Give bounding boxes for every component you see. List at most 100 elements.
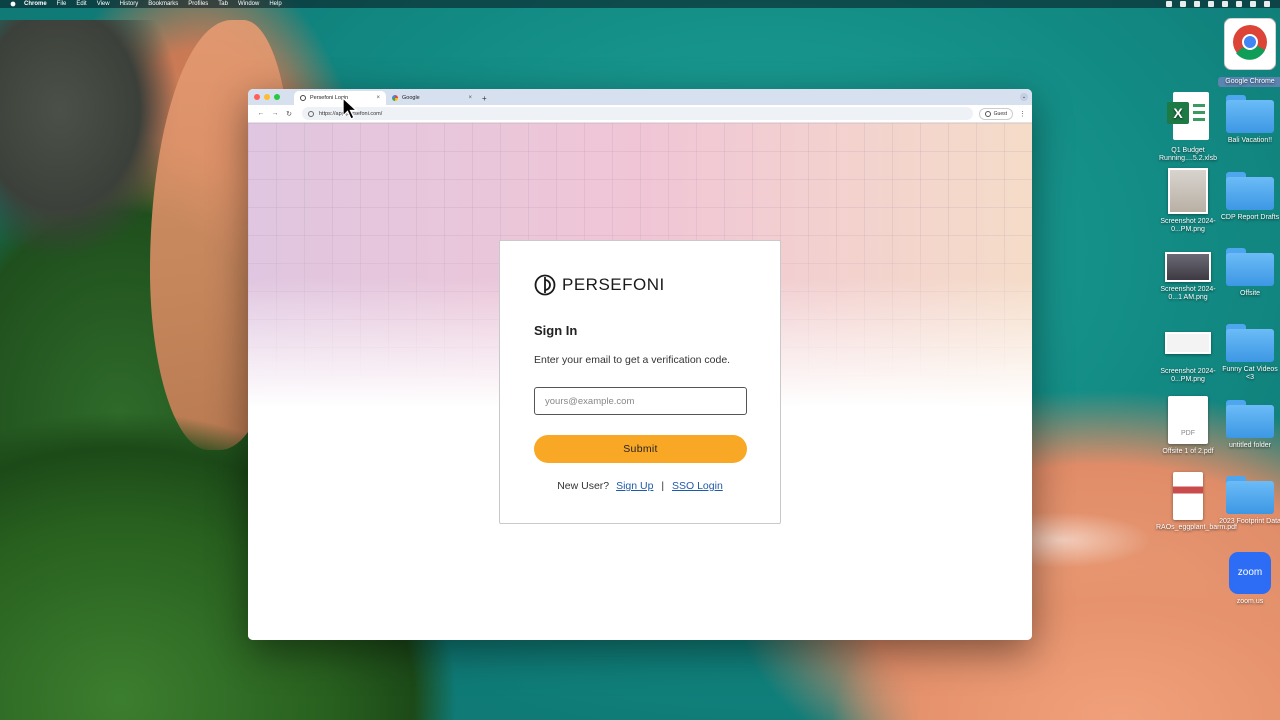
profile-icon (984, 110, 991, 117)
profile-button[interactable]: Guest (978, 107, 1013, 120)
status-icon[interactable] (1236, 1, 1242, 7)
menu-history[interactable]: History (120, 1, 139, 7)
desktop-icon-label: CDP Report Drafts (1220, 214, 1280, 221)
desktop-icon-label: Bali Vacation!! (1227, 137, 1273, 144)
sign-up-link[interactable]: Sign Up (616, 480, 653, 492)
status-icon[interactable] (1208, 1, 1214, 7)
desktop-icon-label: untitled folder (1228, 442, 1272, 449)
apple-icon[interactable] (10, 1, 16, 7)
signup-links: New User? Sign Up | SSO Login (534, 480, 746, 492)
desktop-icon-label: Google Chrome (1218, 77, 1280, 87)
desktop-icon-pdf[interactable]: RAOs_eggplant_barm.pdf (1156, 472, 1237, 532)
more-menu-icon[interactable]: ⋮ (1019, 110, 1026, 118)
menu-help[interactable]: Help (269, 1, 281, 7)
menu-tab[interactable]: Tab (218, 1, 228, 7)
desktop-icon-label: RAOs_eggplant_barm.pdf (1156, 524, 1237, 531)
image-icon (1168, 168, 1208, 214)
desktop-icon-screenshot[interactable]: Screenshot 2024-0...PM.png (1156, 332, 1220, 384)
tab-google[interactable]: Google × (386, 91, 478, 105)
menu-bookmarks[interactable]: Bookmarks (148, 1, 178, 7)
close-tab-icon[interactable]: × (468, 95, 472, 101)
status-icon[interactable] (1250, 1, 1256, 7)
image-icon (1165, 332, 1211, 354)
reload-icon[interactable]: ↻ (282, 110, 296, 118)
email-field[interactable] (534, 387, 747, 415)
close-window-button[interactable] (254, 94, 260, 100)
tab-label: Google (402, 95, 420, 101)
excel-icon: X (1167, 92, 1209, 140)
folder-icon (1226, 324, 1274, 362)
status-icon[interactable] (1166, 1, 1172, 7)
desktop-icon-folder[interactable]: Bali Vacation!! (1218, 95, 1280, 145)
profile-label: Guest (993, 110, 1007, 117)
zoom-icon: zoom (1229, 552, 1271, 594)
site-info-icon[interactable] (308, 110, 314, 117)
desktop-icon-label: Screenshot 2024-0...1 AM.png (1160, 286, 1216, 301)
svg-text:X: X (1173, 105, 1183, 121)
persefoni-logo-icon (534, 274, 556, 296)
desktop-icon-folder[interactable]: Offsite (1218, 248, 1280, 298)
menu-app-name[interactable]: Chrome (24, 1, 47, 7)
folder-icon (1226, 172, 1274, 210)
desktop-icon-label: Q1 Budget Running....5.2.xlsb (1159, 147, 1217, 162)
new-user-text: New User? (557, 480, 610, 492)
minimize-window-button[interactable] (264, 94, 270, 100)
desktop-icon-folder[interactable]: 2023 Footprint Data (1218, 476, 1280, 526)
folder-icon (1226, 95, 1274, 133)
close-tab-icon[interactable]: × (376, 95, 380, 101)
status-icon[interactable] (1222, 1, 1228, 7)
new-tab-icon[interactable]: + (482, 94, 487, 103)
menu-file[interactable]: File (57, 1, 67, 7)
desktop-icon-folder[interactable]: CDP Report Drafts (1218, 172, 1280, 222)
window-controls (254, 89, 280, 105)
desktop-icon-zoom[interactable]: zoom zoom.us (1218, 552, 1280, 606)
page-title: Sign In (534, 323, 578, 338)
tab-persefoni-login[interactable]: Persefoni Login × (294, 91, 386, 105)
desktop-icon-screenshot[interactable]: Screenshot 2024-0...PM.png (1156, 168, 1220, 234)
menu-window[interactable]: Window (238, 1, 259, 7)
desktop-icon-screenshot[interactable]: Screenshot 2024-0...1 AM.png (1156, 252, 1220, 302)
menu-view[interactable]: View (97, 1, 110, 7)
menu-profiles[interactable]: Profiles (188, 1, 208, 7)
address-bar[interactable]: https://app.persefoni.com/ (302, 107, 973, 120)
brand-name: PERSEFONI (562, 275, 665, 294)
menu-bar: Chrome File Edit View History Bookmarks … (0, 0, 1280, 8)
folder-icon (1226, 476, 1274, 514)
chrome-icon (1223, 17, 1277, 71)
back-icon[interactable]: ← (254, 110, 268, 117)
pdf-badge: PDF (1181, 430, 1195, 437)
desktop-icon-excel[interactable]: X Q1 Budget Running....5.2.xlsb (1156, 92, 1220, 163)
google-icon (392, 95, 398, 101)
tab-bar: Persefoni Login × Google × + ⌄ (248, 89, 1032, 105)
status-icon[interactable] (1194, 1, 1200, 7)
globe-icon (300, 95, 306, 101)
desktop-icon-label: 2023 Footprint Data (1219, 518, 1280, 525)
desktop-icon-folder[interactable]: untitled folder (1218, 400, 1280, 450)
status-icon[interactable] (1264, 1, 1270, 7)
submit-button[interactable]: Submit (534, 435, 747, 463)
image-icon (1165, 252, 1211, 282)
folder-icon (1226, 248, 1274, 286)
brand-logo: PERSEFONI (534, 273, 746, 297)
desktop-icon-label: Screenshot 2024-0...PM.png (1160, 218, 1216, 233)
desktop-icon-pdf[interactable]: PDF Offsite 1 of 2.pdf (1156, 396, 1220, 456)
menu-edit[interactable]: Edit (76, 1, 86, 7)
desktop-icon-label: Offsite (1239, 290, 1261, 297)
desktop-icon-label: Funny Cat Videos <3 (1222, 366, 1278, 381)
status-icons (1166, 1, 1270, 7)
mouse-cursor-icon (342, 97, 358, 120)
forward-icon[interactable]: → (268, 110, 282, 117)
status-icon[interactable] (1180, 1, 1186, 7)
page-viewport: PERSEFONI Sign In Enter your email to ge… (248, 123, 1032, 640)
tab-search-icon[interactable]: ⌄ (1020, 93, 1028, 101)
browser-toolbar: ← → ↻ https://app.persefoni.com/ Guest ⋮ (248, 105, 1032, 123)
folder-icon (1226, 400, 1274, 438)
zoom-logo-text: zoom (1237, 567, 1263, 578)
pdf-icon: PDF (1168, 396, 1208, 444)
desktop-icon-label: zoom.us (1236, 598, 1264, 605)
sign-in-card: PERSEFONI Sign In Enter your email to ge… (499, 240, 781, 524)
zoom-window-button[interactable] (274, 94, 280, 100)
desktop-icon-chrome[interactable]: Google Chrome (1218, 17, 1280, 87)
sso-login-link[interactable]: SSO Login (672, 480, 723, 492)
desktop-icon-folder[interactable]: Funny Cat Videos <3 (1218, 324, 1280, 382)
